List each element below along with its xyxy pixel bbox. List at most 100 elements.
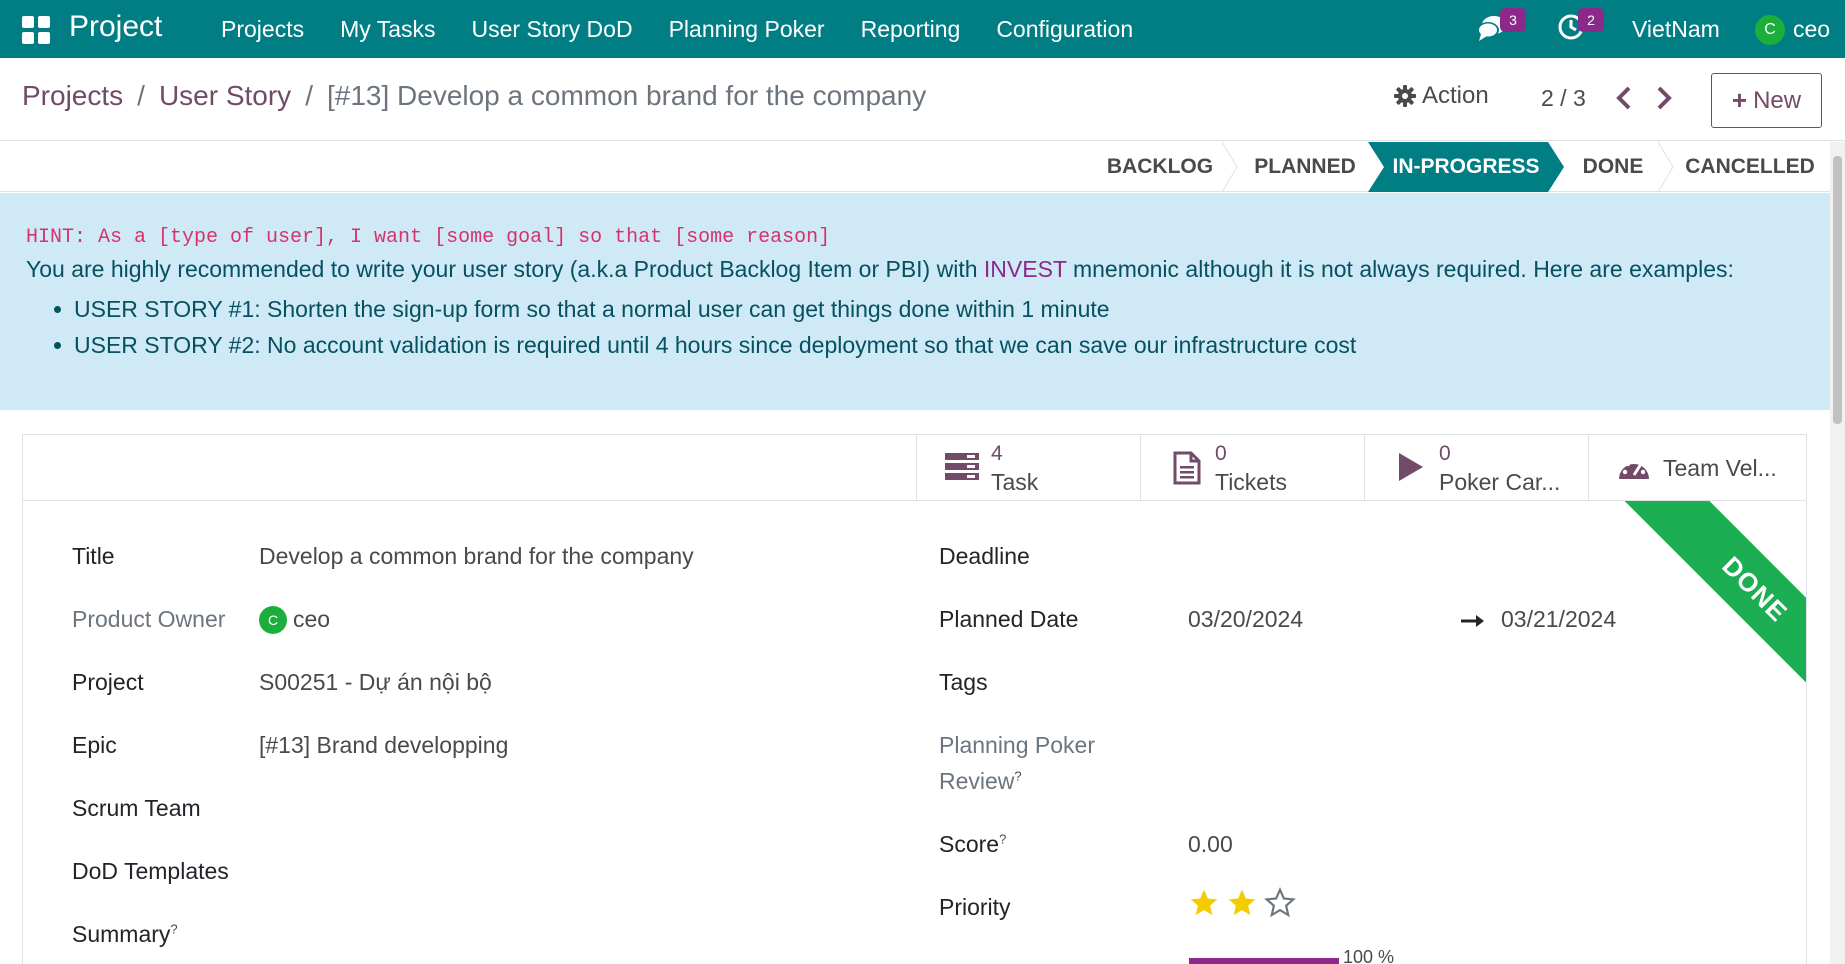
stage-done[interactable]: DONE — [1568, 142, 1658, 192]
messages-badge: 3 — [1500, 8, 1526, 32]
menu-reporting[interactable]: Reporting — [843, 0, 979, 58]
stage-in-progress[interactable]: IN-PROGRESS — [1368, 142, 1564, 192]
apps-grid-icon[interactable] — [22, 16, 50, 44]
breadcrumb-projects[interactable]: Projects — [22, 80, 123, 112]
epic-label: Epic — [72, 732, 117, 758]
ribbon-label: DONE — [1620, 501, 1806, 701]
priority-stars — [1188, 887, 1318, 927]
hint-alert: HINT: As a [type of user], I want [some … — [0, 193, 1830, 410]
title-field[interactable]: Develop a common brand for the company — [259, 543, 694, 570]
tasks-icon — [945, 453, 979, 480]
stage-separator — [1222, 142, 1238, 192]
planned-date-label: Planned Date — [939, 606, 1079, 632]
scrollbar-thumb[interactable] — [1833, 156, 1842, 424]
smart-button-box: 4 Task 0 Tickets 0 Poker Car... Team Vel… — [23, 435, 1806, 501]
user-menu[interactable]: ceo — [1793, 0, 1830, 58]
gear-icon — [1394, 85, 1416, 107]
company-switcher[interactable]: VietNam — [1632, 0, 1720, 58]
planning-poker-review-label-line2: Review? — [939, 768, 1022, 795]
invest-link[interactable]: INVEST — [984, 256, 1067, 282]
pager-next-button[interactable] — [1654, 85, 1674, 116]
tickets-count: 0 — [1215, 442, 1227, 465]
poker-cards-label: Poker Car... — [1439, 469, 1561, 495]
tags-label: Tags — [939, 669, 988, 695]
messages-button[interactable]: 3 — [1476, 8, 1526, 49]
top-navbar: Project Projects My Tasks User Story DoD… — [0, 0, 1845, 58]
pager-previous-button[interactable] — [1614, 85, 1634, 116]
team-velocity-smart-button[interactable]: Team Vel... — [1588, 435, 1806, 500]
progress-bar — [1189, 958, 1339, 964]
score-field: 0.00 — [1188, 831, 1233, 857]
action-label: Action — [1422, 82, 1489, 109]
summary-label: Summary? — [72, 921, 178, 948]
poker-cards-smart-button[interactable]: 0 Poker Car... — [1364, 435, 1588, 500]
hint-text: You are highly recommended to write your… — [26, 256, 1734, 283]
product-owner-label: Product Owner — [72, 606, 226, 632]
chevron-left-icon — [1616, 86, 1631, 110]
control-panel: Projects / User Story / [#13] Develop a … — [0, 58, 1845, 141]
title-label: Title — [72, 543, 115, 569]
page-scrollbar[interactable] — [1830, 142, 1845, 964]
menu-user-story-dod[interactable]: User Story DoD — [454, 0, 651, 58]
menu-my-tasks[interactable]: My Tasks — [322, 0, 453, 58]
pager-value[interactable]: 2 / 3 — [1541, 85, 1586, 112]
activities-button[interactable]: 2 — [1556, 8, 1604, 47]
tooltip-mark[interactable]: ? — [999, 831, 1006, 846]
breadcrumb-current: [#13] Develop a common brand for the com… — [326, 80, 927, 111]
task-smart-button[interactable]: 4 Task — [916, 435, 1140, 500]
tickets-label: Tickets — [1215, 469, 1287, 495]
document-icon — [1173, 451, 1201, 485]
user-avatar[interactable]: C — [1755, 15, 1785, 45]
done-ribbon: DONE — [1613, 501, 1806, 701]
score-label: Score? — [939, 831, 1006, 858]
star-filled-icon[interactable] — [1188, 887, 1220, 919]
planned-end-date[interactable]: 03/21/2024 — [1501, 606, 1616, 633]
deadline-label: Deadline — [939, 543, 1030, 569]
hint-example-item: USER STORY #1: Shorten the sign-up form … — [50, 291, 1356, 327]
play-icon — [1399, 453, 1423, 481]
stage-backlog[interactable]: BACKLOG — [1098, 142, 1222, 192]
owner-avatar: C — [259, 606, 287, 634]
star-empty-icon[interactable] — [1264, 887, 1296, 919]
dod-templates-label: DoD Templates — [72, 858, 229, 884]
breadcrumb-separator: / — [305, 80, 313, 111]
chevron-right-icon — [1657, 86, 1672, 110]
activities-badge: 2 — [1578, 8, 1604, 32]
planned-start-date[interactable]: 03/20/2024 — [1188, 606, 1303, 633]
stage-separator — [1658, 142, 1674, 192]
review-label-text: Review — [939, 768, 1015, 794]
stage-planned[interactable]: PLANNED — [1240, 142, 1370, 192]
epic-field[interactable]: [#13] Brand developping — [259, 732, 508, 759]
task-count: 4 — [991, 442, 1003, 465]
summary-label-text: Summary — [72, 921, 171, 947]
menu-projects[interactable]: Projects — [203, 0, 322, 58]
tooltip-mark[interactable]: ? — [170, 921, 177, 936]
score-label-text: Score — [939, 831, 1000, 857]
tooltip-mark[interactable]: ? — [1014, 768, 1021, 783]
new-button[interactable]: + New — [1711, 73, 1822, 128]
star-filled-icon[interactable] — [1226, 887, 1258, 919]
dashboard-icon — [1619, 458, 1649, 479]
stage-cancelled[interactable]: CANCELLED — [1680, 142, 1820, 192]
tickets-smart-button[interactable]: 0 Tickets — [1140, 435, 1364, 500]
project-field[interactable]: S00251 - Dự án nội bộ — [259, 669, 492, 696]
breadcrumb: Projects / User Story / [#13] Develop a … — [22, 80, 926, 112]
app-brand[interactable]: Project — [69, 10, 162, 44]
project-label: Project — [72, 669, 144, 695]
hint-examples: USER STORY #1: Shorten the sign-up form … — [50, 291, 1356, 363]
menu-configuration[interactable]: Configuration — [978, 0, 1151, 58]
progress-text: 100 % — [1343, 947, 1395, 964]
scrum-team-label: Scrum Team — [72, 795, 201, 821]
team-velocity-label: Team Vel... — [1663, 455, 1777, 481]
plus-icon: + — [1731, 85, 1748, 115]
breadcrumb-separator: / — [137, 80, 145, 111]
product-owner-field[interactable]: ceo — [293, 606, 330, 633]
form-sheet: 4 Task 0 Tickets 0 Poker Car... Team Vel… — [22, 434, 1807, 964]
hint-text-after: mnemonic although it is not always requi… — [1066, 256, 1734, 282]
breadcrumb-user-story[interactable]: User Story — [159, 80, 291, 112]
main-menu: Projects My Tasks User Story DoD Plannin… — [203, 0, 1151, 58]
action-button[interactable]: Action — [1394, 82, 1489, 110]
stage-statusbar: BACKLOG PLANNED IN-PROGRESS DONE CANCELL… — [0, 142, 1830, 192]
hint-format: HINT: As a [type of user], I want [some … — [26, 226, 831, 249]
menu-planning-poker[interactable]: Planning Poker — [651, 0, 843, 58]
